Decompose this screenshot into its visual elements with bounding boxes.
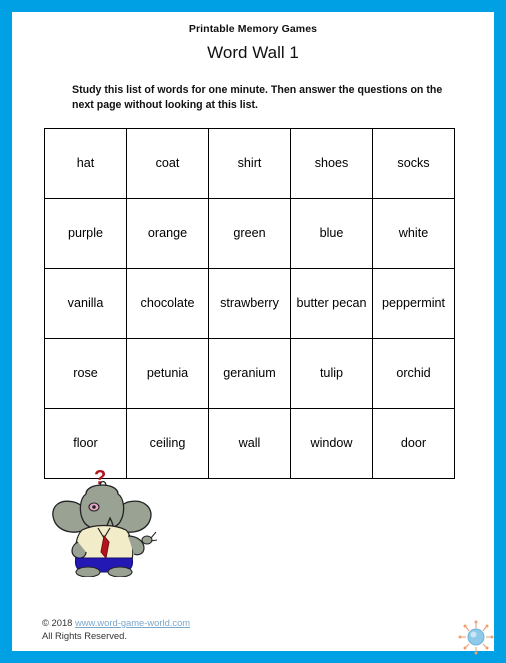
word-cell: shoes [290,128,373,199]
word-cell: green [208,198,291,269]
word-cell: orange [126,198,209,269]
word-cell: socks [372,128,455,199]
word-wall-table: hat coat shirt shoes socks purple orange… [44,128,455,479]
word-cell: geranium [208,338,291,409]
word-cell: tulip [290,338,373,409]
site-url-link[interactable]: www.word-game-world.com [75,617,190,628]
table-row: purple orange green blue white [44,198,455,269]
word-cell: butter pecan [290,268,373,339]
site-title: Printable Memory Games [188,23,318,35]
page-title: Word Wall 1 [207,43,299,62]
word-cell: door [372,408,455,479]
word-cell: orchid [372,338,455,409]
worksheet-sheet: Printable Memory Games Word Wall 1 Study… [12,12,494,655]
word-cell: strawberry [208,268,291,339]
word-cell: hat [44,128,127,199]
sun-burst-logo-icon [454,616,498,660]
word-cell: window [290,408,373,479]
table-row: vanilla chocolate strawberry butter peca… [44,268,455,339]
page-blue-border: Printable Memory Games Word Wall 1 Study… [0,0,506,663]
rights-reserved-text: All Rights Reserved. [42,630,127,641]
word-cell: coat [126,128,209,199]
footer: © 2018 www.word-game-world.com All Right… [42,616,190,642]
elephant-icon: ? [44,462,164,577]
word-cell: blue [290,198,373,269]
table-row: rose petunia geranium tulip orchid [44,338,455,409]
copyright-prefix: © 2018 [42,617,73,628]
word-cell: peppermint [372,268,455,339]
word-cell: shirt [208,128,291,199]
word-cell: rose [44,338,127,409]
word-cell: wall [208,408,291,479]
table-row: hat coat shirt shoes socks [44,128,455,199]
word-cell: petunia [126,338,209,409]
word-cell: purple [44,198,127,269]
header: Printable Memory Games Word Wall 1 [12,22,494,63]
copyright-line: © 2018 www.word-game-world.com [42,616,190,629]
word-cell: vanilla [44,268,127,339]
instructions-text: Study this list of words for one minute.… [72,84,443,111]
word-cell: chocolate [126,268,209,339]
word-cell: white [372,198,455,269]
